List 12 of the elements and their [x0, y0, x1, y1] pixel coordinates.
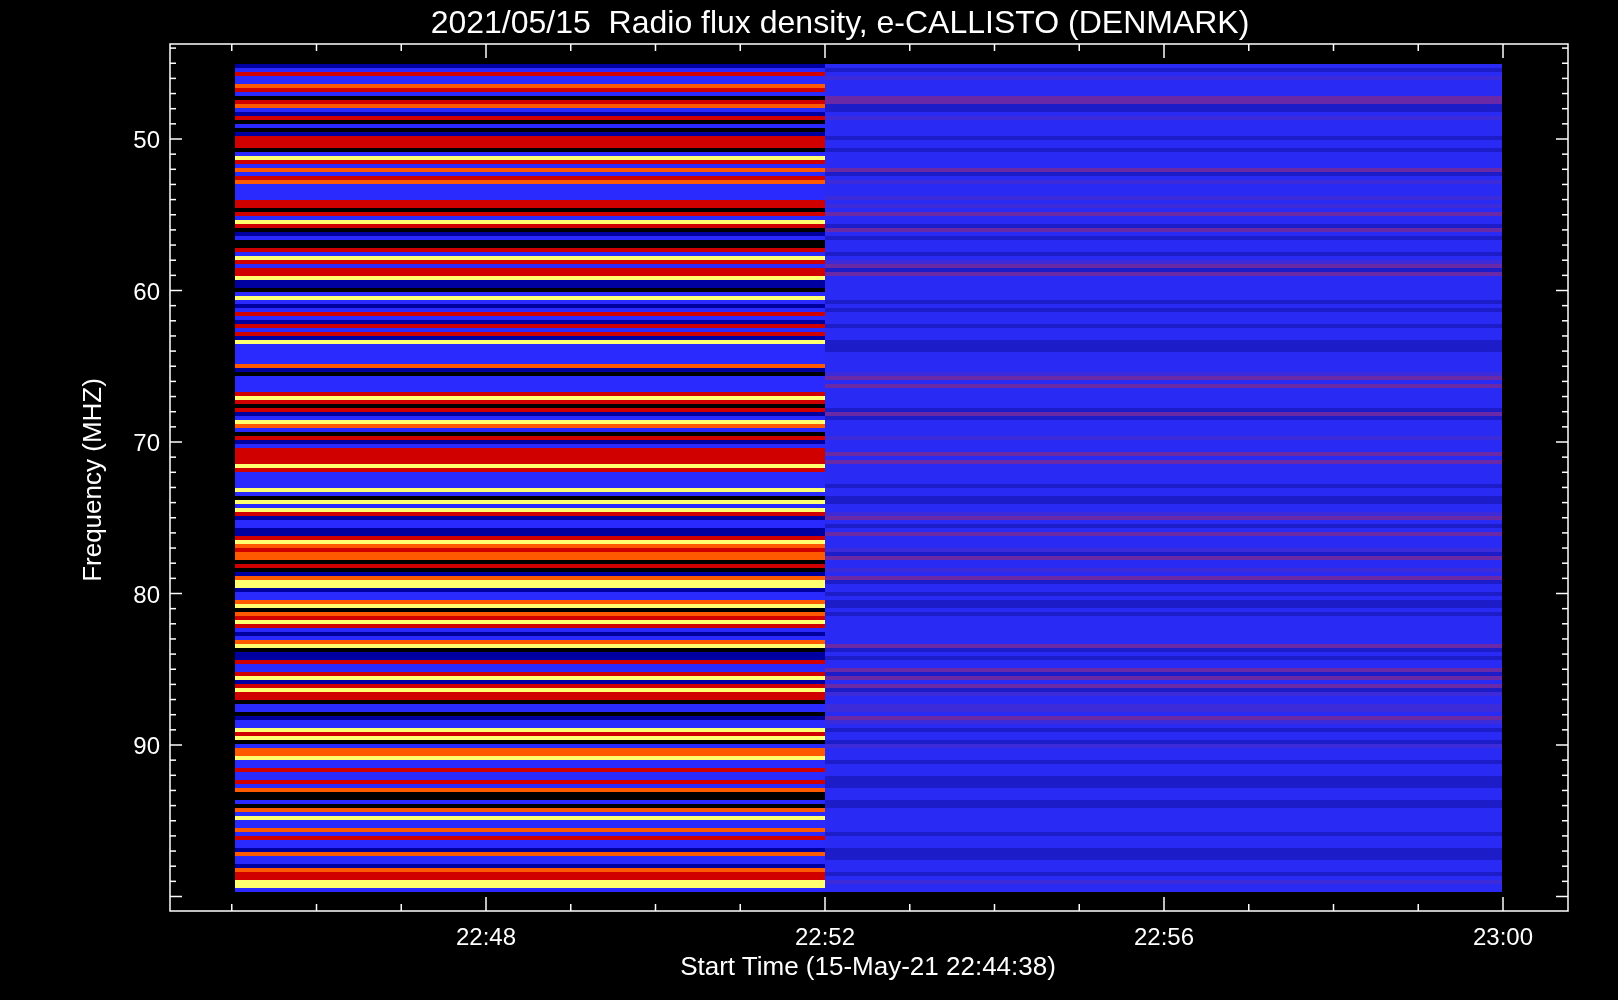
tick-label: 70: [133, 429, 160, 456]
tick-label: 22:56: [1133, 923, 1195, 950]
x-axis-label: Start Time (15-May-21 22:44:38): [680, 951, 1056, 981]
tick-label: 50: [133, 126, 160, 153]
y-axis-label: Frequency (MHZ): [77, 378, 107, 582]
tick-label: 22:48: [455, 923, 517, 950]
tick-label: 60: [133, 277, 160, 305]
chart-title: 2021/05/15 Radio flux density, e-CALLISTO (DENMARK): [430, 4, 1250, 40]
tick-label: 80: [133, 580, 160, 608]
tick-label: 90: [133, 732, 160, 759]
tick-label: 23:00: [1472, 923, 1534, 950]
tick-label: 22:52: [794, 923, 856, 950]
